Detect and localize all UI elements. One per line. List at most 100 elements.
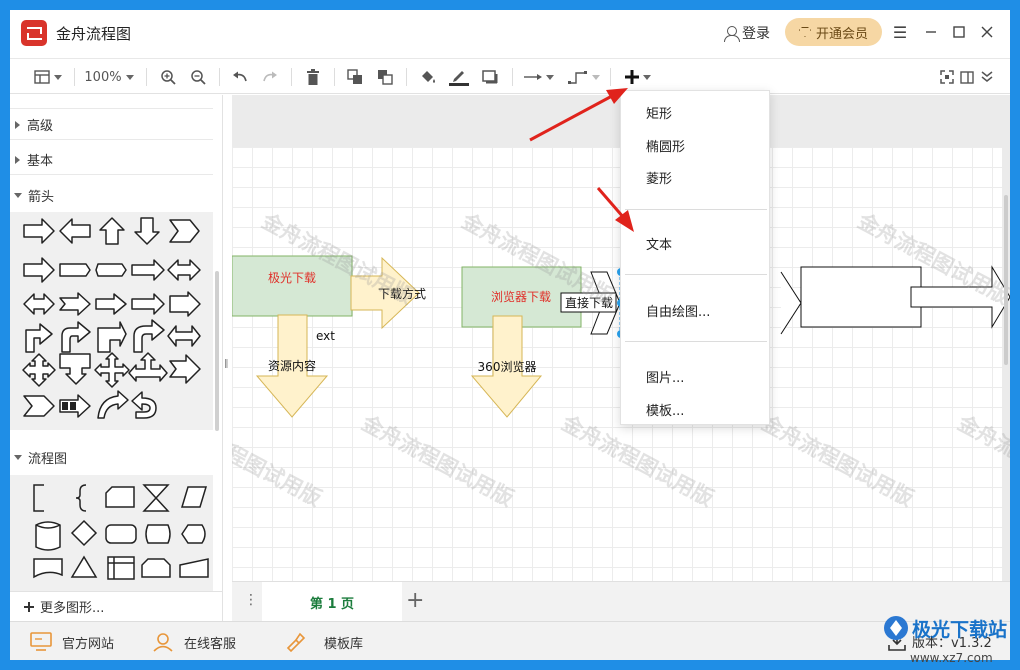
menu-item-template[interactable]: 模板... <box>646 400 684 419</box>
template-library-link[interactable]: 模板库 <box>284 632 363 652</box>
close-icon[interactable] <box>977 22 997 42</box>
svg-text:极光下载站: 极光下载站 <box>912 618 1007 641</box>
shape-pentagon-arrow <box>59 263 91 277</box>
shape-direct-data <box>145 524 171 544</box>
send-to-back-icon <box>378 70 393 85</box>
shape-notched-arrow <box>59 292 91 316</box>
support-link[interactable]: 在线客服 <box>152 632 236 652</box>
send-back-button[interactable] <box>375 66 395 88</box>
zoom-select[interactable]: 100% <box>82 66 136 88</box>
minimize-icon[interactable] <box>921 22 941 42</box>
waypoint-style-select[interactable] <box>566 66 602 88</box>
fullscreen-button[interactable] <box>938 66 956 88</box>
sidebar-scrollbar[interactable] <box>215 271 219 431</box>
shape-left-right-arrow <box>167 325 201 347</box>
arrow-right-icon <box>524 74 542 80</box>
shape-double-arrow-2 <box>23 293 55 315</box>
sidebar-category-advanced[interactable]: 高级 <box>10 110 213 140</box>
shape-internal-storage <box>107 556 135 580</box>
split-panel-icon <box>960 70 974 84</box>
collapse-toolbar-button[interactable] <box>978 66 996 88</box>
title-bar: 金舟流程图 登录 开通会员 ☰ <box>10 10 1010 54</box>
node-jiguang-label: 极光下载 <box>268 271 316 285</box>
page-tab-1[interactable]: 第 1 页 <box>262 582 402 622</box>
resource-content-label: 资源内容 <box>268 358 316 373</box>
menu-icon[interactable]: ☰ <box>890 22 910 42</box>
shape-striped-arrow <box>95 293 127 315</box>
insert-button[interactable] <box>620 66 656 88</box>
menu-item-rectangle[interactable]: 矩形 <box>646 103 672 122</box>
shape-bent-arrow <box>97 321 127 353</box>
shape-brace <box>75 484 87 512</box>
ext-label: ext <box>316 329 335 343</box>
app-logo-icon <box>21 20 47 46</box>
shape-library-sidebar: 高级 基本 箭头 流程图 更多图形... <box>10 95 223 621</box>
elbow-connector-icon <box>568 71 587 84</box>
flowchart-shapes-panel <box>10 475 213 591</box>
format-panel-button[interactable] <box>958 66 976 88</box>
shape-display <box>181 524 206 544</box>
more-shapes-button[interactable]: 更多图形... <box>10 591 222 621</box>
category-label: 流程图 <box>28 451 68 467</box>
trash-icon <box>307 69 319 85</box>
login-button[interactable]: 登录 <box>724 23 770 43</box>
shape-callout-arrow <box>169 291 201 317</box>
shape-extract <box>70 555 98 578</box>
shape-arrow-up <box>99 217 125 245</box>
vip-label: 开通会员 <box>815 26 868 42</box>
line-color-button[interactable] <box>448 66 470 88</box>
shape-arrow-left <box>59 218 91 244</box>
arrow-shapes-grid <box>22 217 201 419</box>
menu-item-freehand[interactable]: 自由绘图... <box>646 301 710 320</box>
shadow-button[interactable] <box>480 66 500 88</box>
flowchart-shapes-grid <box>33 484 209 580</box>
delete-button[interactable] <box>303 66 323 88</box>
shape-callout-down <box>59 353 91 385</box>
app-title: 金舟流程图 <box>56 25 132 43</box>
category-label: 箭头 <box>28 189 55 205</box>
canvas-vertical-scrollbar[interactable] <box>1004 195 1008 365</box>
collapse-icon <box>14 192 22 198</box>
vip-button[interactable]: 开通会员 <box>785 18 882 46</box>
double-chevron-down-icon <box>981 71 993 82</box>
sidebar-category-arrows[interactable]: 箭头 <box>10 180 213 210</box>
redo-icon <box>263 71 277 82</box>
layout-panel-button[interactable] <box>30 66 66 88</box>
paint-bucket-icon <box>422 71 435 83</box>
fill-color-button[interactable] <box>418 66 438 88</box>
shape-bracket <box>33 484 44 512</box>
shape-quad-arrow <box>22 353 56 387</box>
support-label: 在线客服 <box>184 636 237 652</box>
bring-front-button[interactable] <box>345 66 365 88</box>
shape-chevron-arrow <box>169 354 201 384</box>
undo-button[interactable] <box>230 66 250 88</box>
expand-icon <box>15 120 20 129</box>
shape-block-arrow <box>131 293 165 315</box>
shape-curved-arrow <box>97 390 129 419</box>
menu-item-rhombus[interactable]: 菱形 <box>646 168 672 187</box>
sidebar-resize-handle[interactable]: ‖ <box>224 359 229 369</box>
page-menu-icon[interactable]: ⋮ <box>244 592 258 608</box>
shape-manual-input <box>179 558 209 578</box>
sidebar-category-flowchart[interactable]: 流程图 <box>10 442 213 472</box>
sidebar-category-basic[interactable]: 基本 <box>10 145 213 175</box>
svg-text:www.xz7.com: www.xz7.com <box>910 651 993 665</box>
login-label: 登录 <box>742 26 770 42</box>
zoom-out-icon <box>190 69 206 85</box>
website-link[interactable]: 官方网站 <box>30 632 114 652</box>
connector-style-select[interactable] <box>522 66 556 88</box>
maximize-icon[interactable] <box>949 22 969 42</box>
menu-item-text[interactable]: 文本 <box>646 234 672 253</box>
corner-site-logo: 极光下载站 www.xz7.com <box>880 606 1010 670</box>
insert-menu: 矩形 椭圆形 菱形 文本 自由绘图... 图片... 模板... <box>620 90 770 425</box>
sidebar-category-hidden[interactable] <box>10 95 213 109</box>
zoom-in-icon <box>160 69 176 85</box>
shape-u-turn-arrow <box>133 319 165 353</box>
menu-item-ellipse[interactable]: 椭圆形 <box>646 136 685 155</box>
redo-button[interactable] <box>260 66 280 88</box>
zoom-in-button[interactable] <box>158 66 178 88</box>
add-page-icon[interactable]: + <box>406 588 424 613</box>
status-bar: 官方网站 在线客服 模板库 版本：v1.3.2 <box>10 621 1010 660</box>
zoom-out-button[interactable] <box>188 66 208 88</box>
menu-item-image[interactable]: 图片... <box>646 367 684 386</box>
